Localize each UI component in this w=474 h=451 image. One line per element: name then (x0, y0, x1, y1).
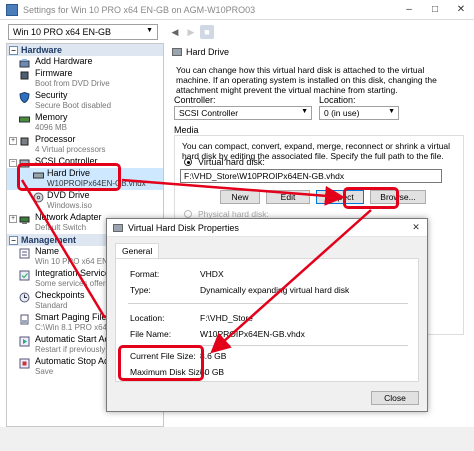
chevron-down-icon: ▼ (301, 108, 308, 115)
controller-label: Controller: (174, 95, 216, 105)
vm-selector-value: Win 10 PRO x64 EN-GB (13, 27, 112, 37)
tree-item-dvd-drive[interactable]: DVD Drive Windows.iso (7, 190, 163, 212)
format-label: Format: (130, 269, 160, 279)
expand-icon[interactable]: + (9, 137, 17, 145)
back-arrow-icon[interactable]: ◀ (168, 25, 182, 39)
controller-select[interactable]: SCSI Controller ▼ (174, 106, 312, 120)
network-adapter-icon (19, 214, 30, 225)
tree-item-scsi-controller[interactable]: − SCSI Controller (7, 156, 163, 168)
vm-selector[interactable]: Win 10 PRO x64 EN-GB ▼ (8, 24, 158, 40)
location-select[interactable]: 0 (in use) ▼ (319, 106, 399, 120)
smart-paging-icon (19, 314, 30, 325)
virtual-hard-disk-label: Virtual hard disk: (198, 157, 265, 167)
chevron-down-icon: ▼ (146, 27, 153, 34)
physical-hard-disk-radio[interactable] (184, 210, 192, 218)
tab-general[interactable]: General (115, 243, 160, 259)
window-title-bar: Settings for Win 10 PRO x64 EN-GB on AGM… (0, 0, 474, 20)
processor-icon (19, 136, 30, 147)
dialog-title: Virtual Hard Disk Properties (128, 222, 239, 233)
tree-item-firmware[interactable]: Firmware Boot from DVD Drive (7, 68, 163, 90)
stop-action-icon (19, 358, 30, 369)
dialog-general-panel: Format: VHDX Type: Dynamically expanding… (115, 258, 419, 382)
new-button[interactable]: New (220, 190, 260, 204)
checkpoints-icon (19, 292, 30, 303)
forward-arrow-icon[interactable]: ▶ (184, 25, 198, 39)
pane-title: Hard Drive (172, 47, 229, 57)
type-label: Type: (130, 285, 151, 295)
maximum-disk-size-label: Maximum Disk Size: (130, 367, 207, 377)
format-value: VHDX (200, 269, 224, 279)
window-title: Settings for Win 10 PRO x64 EN-GB on AGM… (23, 4, 256, 15)
dialog-title-bar: Virtual Hard Disk Properties ✕ (107, 219, 427, 237)
file-name-label: File Name: (130, 329, 172, 339)
hard-drive-icon (172, 48, 182, 56)
firmware-chip-icon (19, 70, 30, 81)
maximize-button[interactable]: □ (422, 4, 448, 15)
toolbar: Win 10 PRO x64 EN-GB ▼ ◀ ▶ ■ (0, 21, 474, 43)
maximum-disk-size-value: 50 GB (200, 367, 225, 377)
start-action-icon (19, 336, 30, 347)
current-file-size-value: 8.6 GB (200, 351, 227, 361)
tree-item-security[interactable]: Security Secure Boot disabled (7, 90, 163, 112)
nav-buttons: ◀ ▶ ■ (168, 25, 214, 39)
virtual-hard-disk-radio[interactable] (184, 158, 192, 166)
shield-icon (19, 91, 30, 104)
dialog-close-icon[interactable]: ✕ (405, 222, 427, 233)
location-label: Location: (130, 313, 165, 323)
inspect-button[interactable]: Inspect (316, 190, 364, 204)
vhd-path-input[interactable]: F:\VHD_Store\W10PROIPx64EN-GB.vhdx (180, 169, 442, 183)
name-icon (19, 248, 30, 259)
close-button[interactable]: Close (371, 391, 419, 405)
bottom-button-bar (0, 427, 474, 451)
location-label: Location: (319, 95, 356, 105)
divider (128, 345, 408, 346)
location-value: F:\VHD_Store (200, 313, 253, 323)
expand-icon[interactable]: + (9, 215, 17, 223)
tree-item-add-hardware[interactable]: Add Hardware (7, 56, 163, 68)
collapse-icon[interactable]: − (9, 45, 18, 55)
stop-icon[interactable]: ■ (200, 25, 214, 39)
dvd-drive-icon (33, 192, 44, 203)
collapse-icon[interactable]: − (9, 159, 17, 167)
browse-button[interactable]: Browse... (370, 190, 426, 204)
tree-item-processor[interactable]: + Processor 4 Virtual processors (7, 134, 163, 156)
memory-icon (19, 114, 30, 125)
type-value: Dynamically expanding virtual hard disk (200, 285, 350, 295)
hardware-section-header[interactable]: − Hardware (7, 44, 163, 56)
pane-description: You can change how this virtual hard dis… (176, 65, 437, 95)
vhd-properties-dialog: Virtual Hard Disk Properties ✕ General F… (106, 218, 428, 412)
minimize-button[interactable]: – (396, 4, 422, 15)
tree-item-memory[interactable]: Memory 4096 MB (7, 112, 163, 134)
settings-app-icon (6, 3, 18, 16)
divider (128, 303, 408, 304)
collapse-icon[interactable]: − (9, 235, 18, 245)
edit-button[interactable]: Edit (266, 190, 310, 204)
chevron-down-icon: ▼ (388, 108, 395, 115)
tree-item-hard-drive[interactable]: Hard Drive W10PROIPx64EN-GB.vhdx (7, 168, 163, 190)
current-file-size-label: Current File Size: (130, 351, 196, 361)
media-label: Media (174, 125, 199, 135)
integration-services-icon (19, 270, 30, 281)
hard-drive-icon (113, 223, 123, 232)
file-name-value: W10PROIPx64EN-GB.vhdx (200, 329, 305, 339)
close-window-button[interactable]: ✕ (448, 4, 474, 15)
hard-drive-icon (33, 170, 44, 181)
